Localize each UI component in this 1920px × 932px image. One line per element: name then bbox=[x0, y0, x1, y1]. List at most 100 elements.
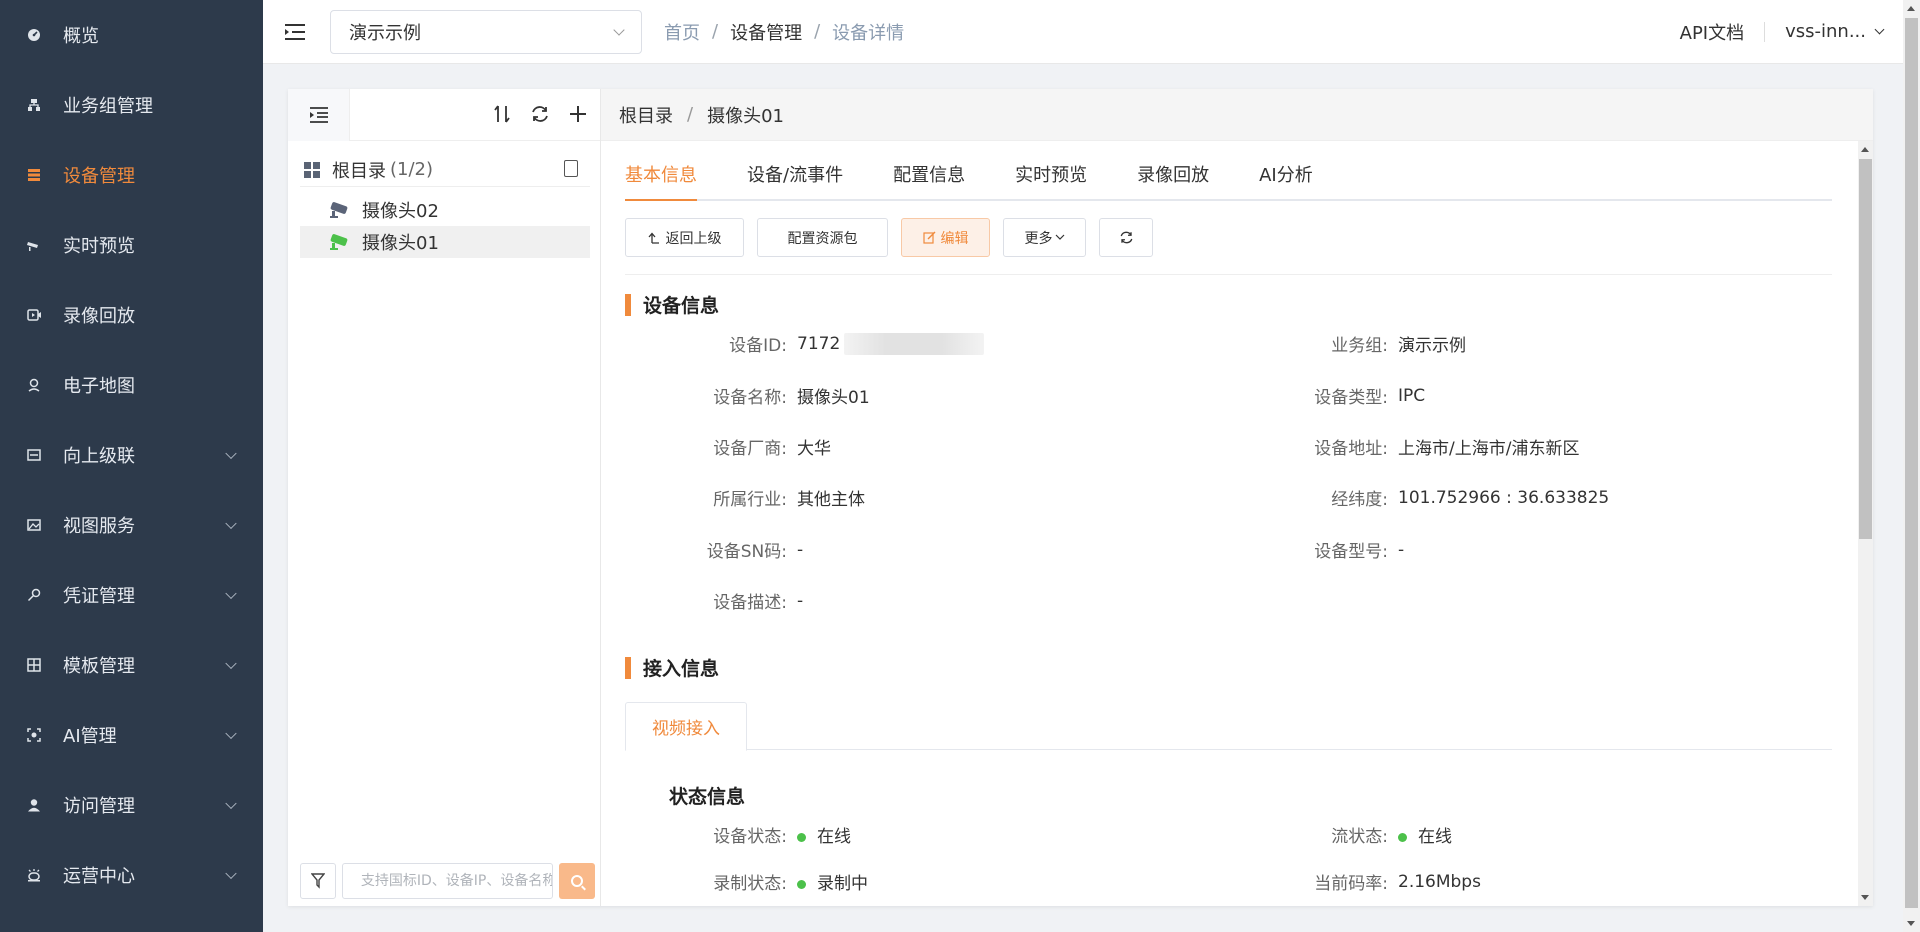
scroll-thumb[interactable] bbox=[1905, 18, 1918, 908]
nav-item-ai[interactable]: AI管理 bbox=[0, 700, 263, 770]
document-icon[interactable] bbox=[564, 160, 578, 177]
record-status-value: 录制中 bbox=[817, 874, 868, 894]
field-industry: 所属行业: 其他主体 bbox=[625, 485, 865, 510]
redacted-block bbox=[844, 332, 985, 355]
nav-item-business-group[interactable]: 业务组管理 bbox=[0, 70, 263, 140]
chevron-down-icon bbox=[225, 727, 237, 740]
nav-item-access[interactable]: 访问管理 bbox=[0, 770, 263, 840]
field-record-status: 录制状态: 录制中 bbox=[625, 869, 868, 894]
indent-icon bbox=[309, 106, 328, 123]
tab-live-preview[interactable]: 实时预览 bbox=[1015, 161, 1087, 199]
add-icon[interactable] bbox=[566, 101, 590, 127]
page-scrollbar[interactable] bbox=[1903, 0, 1920, 932]
tab-device-stream-events[interactable]: 设备/流事件 bbox=[747, 161, 843, 199]
tree-toolbar bbox=[288, 88, 600, 141]
scroll-thumb[interactable] bbox=[1859, 159, 1872, 539]
tree-search-input[interactable] bbox=[341, 863, 554, 899]
menu-collapse-icon[interactable] bbox=[285, 23, 307, 41]
device-info-title-text: 设备信息 bbox=[643, 295, 720, 317]
section-marker bbox=[625, 656, 631, 679]
tree-node-camera-01[interactable]: 摄像头01 bbox=[300, 226, 590, 258]
scroll-up-arrow[interactable] bbox=[1907, 6, 1915, 11]
api-doc-link[interactable]: API文档 bbox=[1680, 19, 1744, 45]
user-menu[interactable]: vss-inn... bbox=[1785, 21, 1885, 42]
nav-item-playback[interactable]: 录像回放 bbox=[0, 280, 263, 350]
nav-item-credential[interactable]: 凭证管理 bbox=[0, 560, 263, 630]
divider bbox=[1764, 21, 1766, 42]
field-vendor: 设备厂商: 大华 bbox=[625, 434, 831, 459]
edit-button[interactable]: 编辑 bbox=[901, 218, 990, 257]
online-dot bbox=[797, 833, 806, 842]
filter-icon[interactable] bbox=[300, 863, 336, 899]
tab-config-info[interactable]: 配置信息 bbox=[893, 161, 965, 199]
detail-tabs: 基本信息 设备/流事件 配置信息 实时预览 录像回放 AI分析 bbox=[625, 141, 1832, 201]
nav-label: 业务组管理 bbox=[63, 96, 153, 117]
device-info-title: 设备信息 bbox=[625, 291, 719, 318]
nav-item-operations[interactable]: 运营中心 bbox=[0, 840, 263, 910]
tree-search-row bbox=[300, 862, 595, 900]
nav-label: 运营中心 bbox=[63, 866, 135, 887]
nav-label: 凭证管理 bbox=[63, 586, 135, 607]
nav-item-view-service[interactable]: 视图服务 bbox=[0, 490, 263, 560]
refresh-button[interactable] bbox=[1099, 218, 1153, 257]
field-label: 流状态: bbox=[1331, 827, 1388, 847]
field-coordinates: 经纬度: 101.752966 : 36.633825 bbox=[1226, 485, 1609, 511]
device-status-value: 在线 bbox=[817, 827, 851, 847]
field-value: 摄像头01 bbox=[797, 388, 870, 408]
nav-item-overview[interactable]: 概览 bbox=[0, 0, 263, 70]
refresh-icon[interactable] bbox=[528, 101, 552, 127]
scroll-down-arrow[interactable] bbox=[1907, 921, 1915, 926]
detail-body: 基本信息 设备/流事件 配置信息 实时预览 录像回放 AI分析 返回上级 配置资… bbox=[625, 141, 1832, 906]
search-button[interactable] bbox=[559, 863, 595, 899]
key-icon bbox=[27, 588, 41, 602]
dashboard-icon bbox=[27, 28, 41, 42]
detail-scrollbar[interactable] bbox=[1858, 141, 1873, 906]
tab-ai-analysis[interactable]: AI分析 bbox=[1259, 161, 1313, 199]
camera-icon bbox=[27, 238, 41, 252]
nav-item-device-management[interactable]: 设备管理 bbox=[0, 140, 263, 210]
chevron-down-icon bbox=[225, 447, 237, 460]
user-name: vss-inn... bbox=[1785, 21, 1866, 42]
tab-basic-info[interactable]: 基本信息 bbox=[625, 161, 697, 201]
nav-item-cascade[interactable]: 向上级联 bbox=[0, 420, 263, 490]
chevron-down-icon bbox=[225, 657, 237, 670]
field-label: 设备名称: bbox=[713, 388, 787, 408]
scroll-up-arrow[interactable] bbox=[1861, 147, 1869, 152]
scroll-down-arrow[interactable] bbox=[1861, 895, 1869, 900]
camera-offline-icon bbox=[330, 201, 350, 218]
breadcrumb-device-management[interactable]: 设备管理 bbox=[730, 19, 802, 45]
nav-label: 概览 bbox=[63, 26, 99, 47]
workspace-select[interactable]: 演示示例 bbox=[330, 9, 642, 54]
access-info-title: 接入信息 bbox=[625, 654, 719, 681]
breadcrumb-home[interactable]: 首页 bbox=[664, 19, 700, 45]
config-package-button[interactable]: 配置资源包 bbox=[757, 218, 888, 257]
field-label: 设备型号: bbox=[1314, 542, 1388, 562]
field-sn: 设备SN码: - bbox=[625, 537, 803, 563]
tree-tools bbox=[490, 101, 590, 127]
nav-item-template[interactable]: 模板管理 bbox=[0, 630, 263, 700]
refresh-icon bbox=[1120, 231, 1132, 244]
config-package-label: 配置资源包 bbox=[787, 230, 858, 247]
return-arrow-icon bbox=[648, 232, 659, 244]
field-value: 录制中 bbox=[797, 869, 868, 894]
more-button[interactable]: 更多 bbox=[1003, 218, 1086, 257]
tab-playback[interactable]: 录像回放 bbox=[1137, 161, 1209, 199]
tree-node-camera-02[interactable]: 摄像头02 bbox=[300, 194, 590, 226]
online-dot bbox=[1398, 833, 1407, 842]
field-device-name: 设备名称: 摄像头01 bbox=[625, 383, 870, 408]
nav-label: 模板管理 bbox=[63, 656, 135, 677]
sort-icon[interactable] bbox=[490, 101, 514, 127]
detail-breadcrumb-current: 摄像头01 bbox=[707, 105, 784, 127]
detail-breadcrumb-root[interactable]: 根目录 bbox=[619, 102, 673, 128]
tab-video-access[interactable]: 视频接入 bbox=[625, 702, 747, 751]
back-button[interactable]: 返回上级 bbox=[625, 218, 744, 257]
grid-icon bbox=[304, 161, 320, 178]
breadcrumb: 首页 / 设备管理 / 设备详情 bbox=[664, 19, 904, 45]
tree-collapse-button[interactable] bbox=[288, 88, 350, 141]
tree-root-node[interactable]: 根目录 (1/2) bbox=[300, 153, 590, 187]
nav-item-live-preview[interactable]: 实时预览 bbox=[0, 210, 263, 280]
nav-label: 电子地图 bbox=[63, 376, 135, 397]
back-button-label: 返回上级 bbox=[665, 230, 722, 247]
nav-label: 视图服务 bbox=[63, 516, 135, 537]
nav-item-map[interactable]: 电子地图 bbox=[0, 350, 263, 420]
